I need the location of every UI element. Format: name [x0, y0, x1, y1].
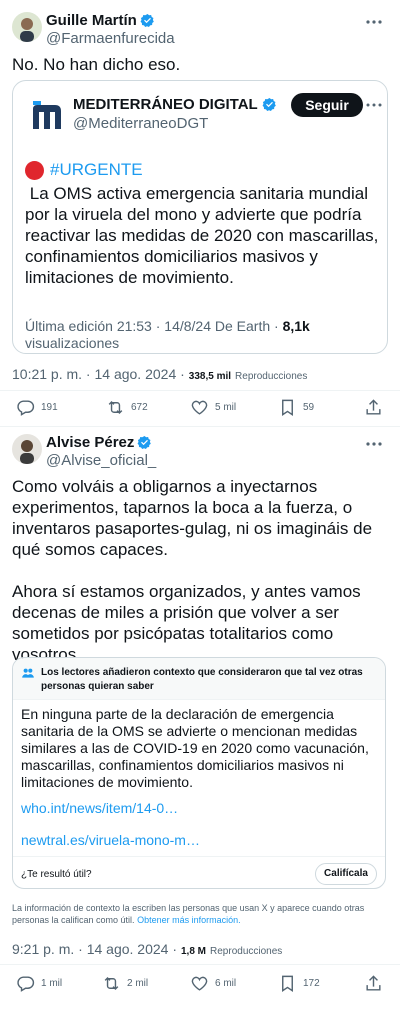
note-link-newtral[interactable]: newtral.es/viruela-mono-m… [21, 832, 200, 848]
author-name[interactable]: Alvise Pérez [46, 434, 134, 451]
bookmark-button[interactable]: 172 [278, 974, 320, 993]
divider [0, 964, 400, 965]
learn-more-link[interactable]: Obtener más información. [137, 915, 241, 925]
rate-button[interactable]: Califícala [315, 863, 377, 885]
community-note-text: En ninguna parte de la declaración de em… [21, 706, 373, 790]
action-bar: 1 mil 2 mil 6 mil 172 [12, 974, 388, 998]
post-text: Como volváis a obligarnos a inyectarnos … [12, 477, 373, 664]
community-note-footer: ¿Te resultó útil? Califícala [13, 856, 385, 888]
repost-button[interactable]: 2 mil [102, 974, 148, 993]
views-count: 1,8 M [181, 946, 207, 957]
views-label: Reproducciones [210, 946, 283, 957]
community-note-header: Los lectores añadieron contexto que cons… [13, 658, 385, 700]
post-timestamp[interactable]: 9:21 p. m. · 14 ago. 2024 · [12, 941, 177, 957]
reply-icon [17, 976, 35, 992]
share-icon [366, 975, 381, 991]
like-button[interactable]: 6 mil [190, 974, 236, 993]
avatar[interactable] [12, 434, 42, 464]
share-button[interactable] [364, 974, 383, 993]
repost-count: 2 mil [127, 978, 149, 989]
more-options-icon[interactable] [364, 436, 384, 452]
author-handle[interactable]: @Alvise_oficial_ [46, 452, 156, 469]
community-note: Los lectores añadieron contexto que cons… [12, 657, 386, 889]
note-link-who[interactable]: who.int/news/item/14-0… [21, 800, 178, 816]
helpful-question: ¿Te resultó útil? [21, 869, 92, 880]
reply-button[interactable]: 1 mil [16, 974, 62, 993]
verified-badge-icon [137, 435, 152, 449]
post-timestamp-row: 9:21 p. m. · 14 ago. 2024 · 1,8 M Reprod… [12, 941, 282, 957]
heart-icon [191, 976, 208, 991]
note-disclaimer: La información de contexto la escriben l… [12, 902, 382, 926]
repost-icon [104, 976, 119, 991]
post-alvise: Alvise Pérez @Alvise_oficial_ Como volvá… [0, 0, 400, 1009]
people-icon [22, 668, 34, 678]
bookmark-count: 172 [303, 978, 320, 989]
community-note-title: Los lectores añadieron contexto que cons… [41, 667, 363, 692]
post-header: Alvise Pérez @Alvise_oficial_ [12, 434, 388, 476]
like-count: 6 mil [215, 978, 237, 989]
reply-count: 1 mil [41, 978, 63, 989]
bookmark-icon [282, 975, 293, 992]
